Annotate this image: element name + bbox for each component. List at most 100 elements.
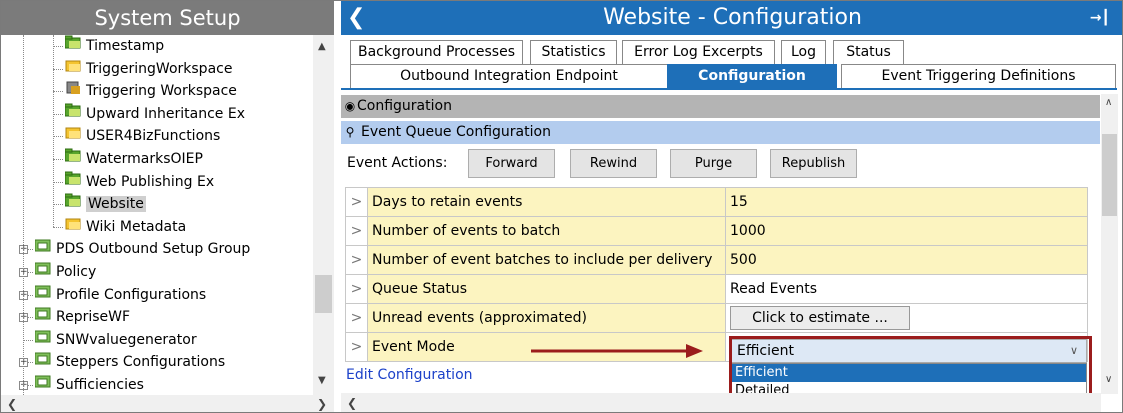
scroll-up-icon[interactable]: ▲ [318,41,326,52]
configuration-section-header[interactable]: ◉ Configuration [341,95,1100,118]
property-value[interactable]: 15 [725,187,1088,217]
system-setup-panel: System Setup Timestamp TriggeringWorkspac… [1,1,339,412]
purge-button[interactable]: Purge [670,149,757,178]
tree-connector [23,339,33,341]
expand-icon[interactable]: > [345,245,368,275]
tree-item[interactable]: Sufficiencies [34,374,144,395]
expand-icon[interactable]: > [345,187,368,217]
tree-item[interactable]: USER4BizFunctions [65,125,220,147]
rewind-button[interactable]: Rewind [570,149,657,178]
section-title: Event Queue Configuration [361,124,551,140]
tree-item[interactable]: Upward Inheritance Ex [64,103,245,125]
tree-connector [53,35,54,227]
content-vertical-scrollbar[interactable]: ∧ ∨ [1101,94,1118,394]
tree-connector [53,113,63,115]
folder-yellow-icon [65,215,81,237]
content-horizontal-scrollbar[interactable]: ❮ [341,393,1101,412]
tree-item[interactable]: Web Publishing Ex [64,171,214,193]
tree-item-label: Website [86,196,146,213]
tab-underline [341,88,1117,90]
tab-status[interactable]: Status [833,40,904,64]
tab-label: Configuration [698,68,806,84]
tree-item[interactable]: RepriseWF [34,306,130,328]
tree-item-label: WatermarksOIEP [86,151,203,167]
scroll-down-icon[interactable]: ▼ [318,375,326,386]
tree-vertical-scrollbar[interactable]: ▲ ▼ [313,35,334,395]
property-value[interactable]: 500 [725,245,1088,275]
tab-event-triggering-definitions[interactable]: Event Triggering Definitions [841,64,1116,88]
table-row[interactable]: > Days to retain events 15 [345,187,1088,217]
scroll-thumb[interactable] [1102,134,1117,216]
expand-icon[interactable]: > [345,216,368,246]
tree-item-label: Policy [56,264,97,280]
property-label: Unread events (approximated) [367,303,726,333]
pin-section-icon[interactable]: ⚲ [341,121,359,144]
event-actions-label: Event Actions: [347,155,448,171]
scroll-left-icon[interactable]: ❮ [347,396,357,410]
tab-configuration[interactable]: Configuration [667,64,837,88]
expand-icon[interactable]: > [345,332,368,362]
table-row[interactable]: > Queue Status Read Events [345,274,1088,304]
tab-statistics[interactable]: Statistics [530,40,617,64]
tab-outbound-integration-endpoint[interactable]: Outbound Integration Endpoint [350,64,668,88]
group-icon [34,260,51,282]
pin-icon[interactable]: →┃ [1090,1,1110,35]
tree-item[interactable]: TriggeringWorkspace [65,58,232,80]
property-label: Queue Status [367,274,726,304]
tree-item[interactable]: Profile Configurations [34,283,206,306]
tree-item[interactable]: Website [64,193,146,215]
configuration-panel: Website - Configuration ❮ →┃ Background … [341,1,1122,412]
group-icon [34,283,51,305]
tree-connector [53,181,63,183]
tab-label: Statistics [541,44,606,60]
expand-icon[interactable]: > [345,274,368,304]
forward-button[interactable]: Forward [468,149,555,178]
tree-item[interactable]: Wiki Metadata [65,216,186,238]
tree-item[interactable]: Triggering Workspace [65,80,237,102]
tree-item-label: Steppers Configurations [56,354,226,371]
tree-item[interactable]: Timestamp [64,35,164,57]
scroll-thumb[interactable] [315,275,332,313]
tree-connector [53,204,63,206]
panel-title: System Setup [1,1,334,35]
app-window: System Setup Timestamp TriggeringWorkspac… [0,0,1123,413]
estimate-button[interactable]: Click to estimate ... [730,306,910,330]
table-row[interactable]: > Unread events (approximated) Click to … [345,303,1088,333]
tree-item-label: TriggeringWorkspace [86,60,233,77]
table-row[interactable]: > Number of event batches to include per… [345,245,1088,275]
tree-horizontal-scrollbar[interactable]: ❮ ❯ [1,395,334,412]
tree-connector [53,68,63,70]
tree-item[interactable]: SNWvaluegenerator [34,328,197,351]
scroll-right-icon[interactable]: ❯ [317,397,327,411]
tree-item[interactable]: Steppers Configurations [34,351,226,373]
tree-item-label: Wiki Metadata [86,218,187,235]
republish-button[interactable]: Republish [770,149,857,178]
tree-item-label: Sufficiencies [56,377,144,393]
tab-label: Background Processes [358,44,515,60]
tree-item-label: Upward Inheritance Ex [86,105,245,122]
workspace-icon [65,79,81,101]
folder-green-icon [64,35,81,56]
tab-log[interactable]: Log [781,40,826,64]
scroll-left-icon[interactable]: ❮ [7,397,17,411]
folder-yellow-icon [65,124,81,146]
property-label: Days to retain events [367,187,726,217]
tab-label: Error Log Excerpts [634,44,763,60]
expand-icon[interactable]: > [345,303,368,333]
tab-background-processes[interactable]: Background Processes [350,40,523,64]
property-value[interactable]: 1000 [725,216,1088,246]
group-icon [34,328,51,350]
tree-item[interactable]: Policy [34,260,97,283]
scroll-up-icon[interactable]: ∧ [1105,97,1112,108]
scroll-down-icon[interactable]: ∨ [1105,374,1112,385]
tree-item-label: Triggering Workspace [86,83,237,100]
back-icon[interactable]: ❮ [347,1,365,35]
table-row[interactable]: > Number of events to batch 1000 [345,216,1088,246]
tree-item[interactable]: WatermarksOIEP [64,148,203,170]
tree-item[interactable]: PDS Outbound Setup Group [34,238,250,260]
tab-error-log-excerpts[interactable]: Error Log Excerpts [622,40,775,64]
tab-label: Log [790,44,816,60]
edit-configuration-link[interactable]: Edit Configuration [346,367,473,383]
event-queue-section-header[interactable]: ⚲ Event Queue Configuration [341,121,1100,144]
section-title: Configuration [357,98,452,114]
